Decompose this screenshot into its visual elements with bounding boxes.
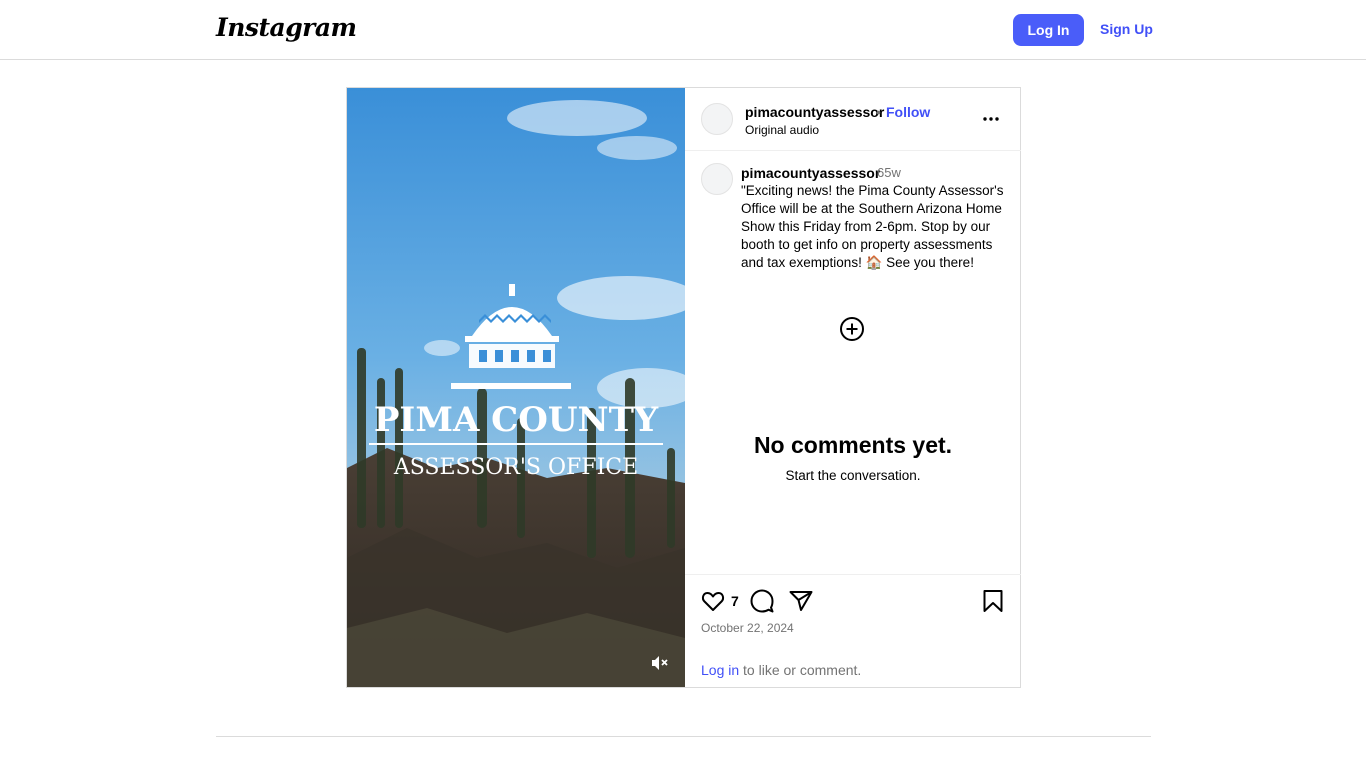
bookmark-icon[interactable] [980,588,1006,614]
login-prompt: Log in to like or comment. [701,662,861,678]
original-audio-link[interactable]: Original audio [745,123,819,137]
sign-up-link[interactable]: Sign Up [1100,21,1153,37]
comment-icon[interactable] [749,588,775,614]
plus-circle-icon[interactable] [839,316,865,342]
post-date[interactable]: October 22, 2024 [701,621,794,635]
post-card: PIMA COUNTY ASSESSOR'S OFFICE pimacounty… [346,87,1021,688]
caption-time-ago[interactable]: 65w [877,165,901,180]
avatar[interactable] [701,103,733,135]
more-options-icon[interactable] [979,107,1003,131]
video-frame: PIMA COUNTY ASSESSOR'S OFFICE [347,88,685,687]
post-side-panel: pimacountyassessor • Follow Original aud… [685,88,1021,687]
caption-text: "Exciting news! the Pima County Assessor… [741,183,1004,270]
post-actions: 7 October 22, 2024 Log in to like or com… [685,574,1021,687]
footer-divider [216,736,1151,737]
separator-dot: • [876,104,881,120]
speaker-muted-icon[interactable] [647,651,671,675]
heart-icon[interactable] [700,588,726,614]
top-navigation-bar: Instagram Log In Sign Up [0,0,1366,60]
follow-button[interactable]: Follow [886,104,930,120]
log-in-link[interactable]: Log in [701,662,739,678]
instagram-logo[interactable]: Instagram [216,13,357,42]
log-in-button[interactable]: Log In [1013,14,1084,46]
post-video[interactable]: PIMA COUNTY ASSESSOR'S OFFICE [347,88,685,687]
no-comments-title: No comments yet. [753,432,953,458]
media-title: PIMA COUNTY [374,400,659,440]
no-comments-subtitle: Start the conversation. [785,468,921,483]
paper-plane-icon[interactable] [788,588,814,614]
media-subtitle: ASSESSOR'S OFFICE [393,455,638,480]
post-username[interactable]: pimacountyassessor [745,104,884,120]
post-header: pimacountyassessor • Follow Original aud… [685,88,1021,151]
caption-username[interactable]: pimacountyassessor [741,165,880,181]
login-prompt-text: to like or comment. [739,662,862,678]
caption-avatar[interactable] [701,163,733,195]
like-count[interactable]: 7 [731,593,739,609]
